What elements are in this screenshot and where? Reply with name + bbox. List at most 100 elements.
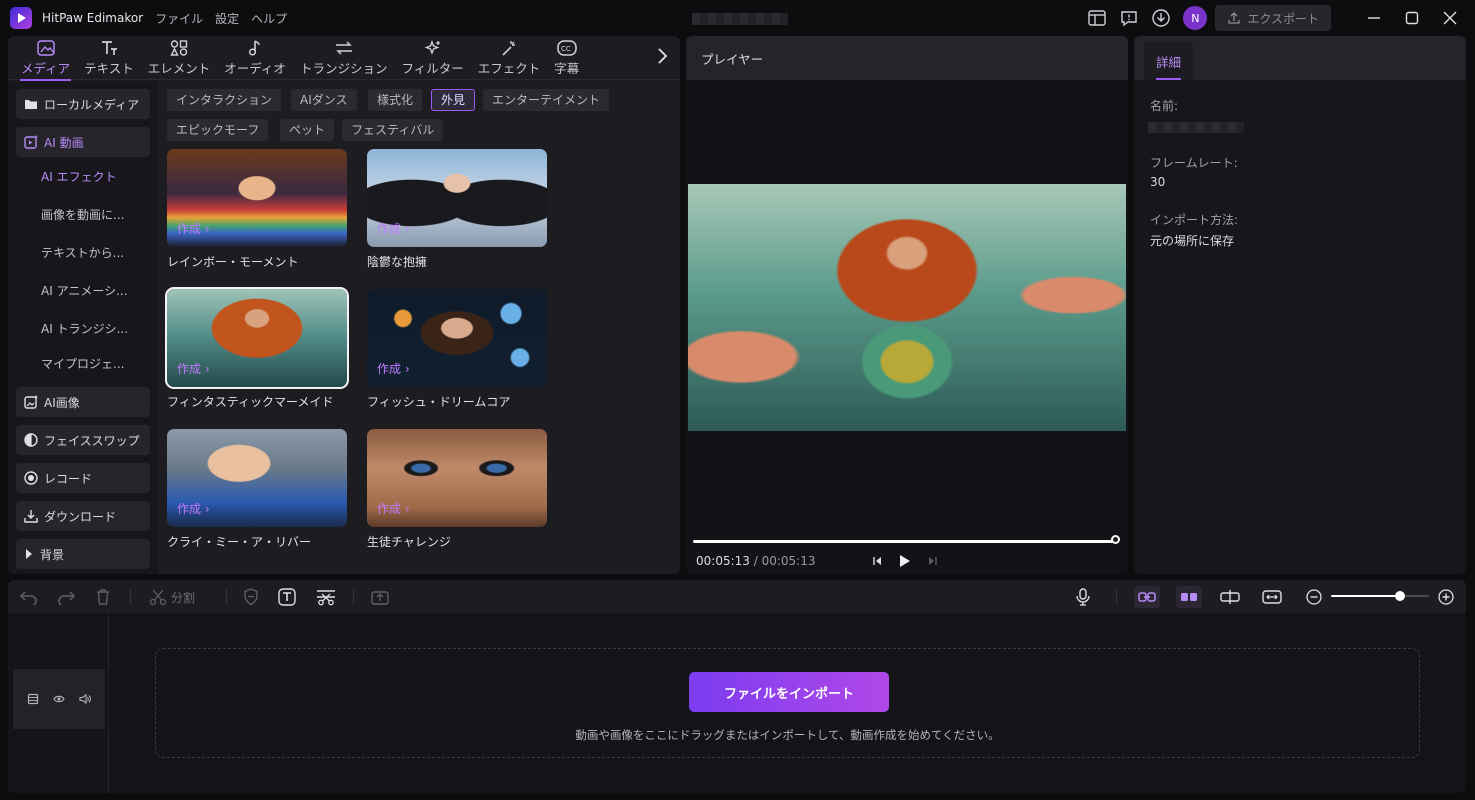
export-button[interactable]: エクスポート bbox=[1215, 5, 1331, 31]
create-link[interactable]: 作成 › bbox=[177, 360, 210, 377]
create-link[interactable]: 作成 › bbox=[377, 500, 410, 517]
feedback-icon[interactable] bbox=[1119, 8, 1139, 28]
split-button[interactable]: 分割 bbox=[149, 586, 195, 608]
create-link[interactable]: 作成 › bbox=[177, 500, 210, 517]
tab-details[interactable]: 詳細 bbox=[1144, 42, 1194, 80]
player-panel: プレイヤー 00:05:13 / 00:05:13 bbox=[686, 36, 1128, 574]
split-clip-button[interactable] bbox=[1220, 586, 1240, 608]
card-thumbnail[interactable]: 作成 › bbox=[167, 149, 347, 247]
text-tool-button[interactable] bbox=[278, 586, 296, 608]
tab-transition[interactable]: トランジション bbox=[293, 37, 395, 79]
card-thumbnail[interactable]: 作成 › bbox=[367, 429, 547, 527]
user-avatar[interactable]: N bbox=[1183, 6, 1208, 30]
tab-element[interactable]: エレメント bbox=[141, 37, 218, 79]
effect-card[interactable]: 作成 › クライ・ミー・ア・リバー bbox=[167, 429, 347, 550]
chip-epic-morph[interactable]: エピックモーフ bbox=[167, 119, 269, 141]
name-value-redacted bbox=[1148, 122, 1244, 133]
card-thumbnail[interactable]: 作成 › bbox=[165, 287, 349, 389]
shield-icon bbox=[244, 588, 258, 606]
current-time: 00:05:13 bbox=[696, 554, 750, 568]
zoom-slider-handle[interactable] bbox=[1394, 591, 1405, 601]
video-preview[interactable] bbox=[688, 184, 1126, 431]
zoom-slider[interactable] bbox=[1331, 580, 1429, 613]
delete-button[interactable] bbox=[95, 586, 111, 608]
eye-icon[interactable] bbox=[53, 693, 65, 705]
chip-ai-dance[interactable]: AIダンス bbox=[291, 89, 357, 111]
next-frame-icon[interactable] bbox=[927, 555, 939, 567]
effect-card[interactable]: 作成 › レインボー・モーメント bbox=[167, 149, 347, 270]
tab-subtitle[interactable]: CC 字幕 bbox=[547, 37, 586, 79]
tab-audio[interactable]: オーディオ bbox=[217, 37, 293, 79]
undo-button[interactable] bbox=[20, 586, 38, 608]
zoom-out-button[interactable] bbox=[1306, 586, 1322, 608]
create-link[interactable]: 作成 › bbox=[377, 220, 410, 237]
timeline-toolbar: 分割 bbox=[8, 580, 1466, 613]
magnet-toggle[interactable] bbox=[1176, 586, 1202, 608]
play-icon[interactable] bbox=[899, 554, 911, 568]
card-thumbnail[interactable]: 作成 › bbox=[367, 149, 547, 247]
sidebar-item-record[interactable]: レコード bbox=[16, 463, 150, 493]
tabs-next-arrow-icon[interactable] bbox=[656, 46, 672, 70]
sidebar-sub-ai-transition[interactable]: AI トランジシ... bbox=[16, 309, 150, 347]
ai-video-icon bbox=[24, 135, 38, 149]
create-link[interactable]: 作成 › bbox=[177, 220, 210, 237]
previous-frame-icon[interactable] bbox=[871, 555, 883, 567]
speaker-icon[interactable] bbox=[79, 693, 91, 705]
sidebar-sub-text-to-video[interactable]: テキストから... bbox=[16, 233, 150, 271]
sidebar-sub-ai-effect[interactable]: AI エフェクト bbox=[16, 157, 150, 195]
sidebar-sub-my-projects[interactable]: マイプロジェ... bbox=[16, 347, 150, 379]
download-icon[interactable] bbox=[1151, 8, 1171, 28]
fit-timeline-button[interactable] bbox=[1262, 586, 1282, 608]
auto-cut-button[interactable] bbox=[316, 586, 336, 608]
tab-text[interactable]: テキスト bbox=[77, 37, 141, 79]
sidebar-sub-ai-animation[interactable]: AI アニメーシ... bbox=[16, 271, 150, 309]
framerate-value: 30 bbox=[1150, 175, 1166, 189]
card-thumbnail[interactable]: 作成 › bbox=[167, 429, 347, 527]
effect-card[interactable]: 作成 › 生徒チャレンジ bbox=[367, 429, 547, 550]
menu-file[interactable]: ファイル bbox=[155, 10, 203, 27]
sidebar-item-ai-video[interactable]: AI 動画 bbox=[16, 127, 150, 157]
chip-entertainment[interactable]: エンターテイメント bbox=[483, 89, 610, 111]
menu-help[interactable]: ヘルプ bbox=[251, 10, 287, 27]
chip-appearance[interactable]: 外見 bbox=[431, 89, 476, 111]
minimize-button[interactable] bbox=[1355, 11, 1393, 25]
sidebar-item-download[interactable]: ダウンロード bbox=[16, 501, 150, 531]
tab-effect[interactable]: エフェクト bbox=[471, 37, 548, 79]
redo-button[interactable] bbox=[57, 586, 75, 608]
effect-card[interactable]: 作成 › フィンタスティックマーメイド bbox=[165, 287, 349, 410]
playback-handle[interactable] bbox=[1111, 535, 1120, 544]
import-file-button[interactable]: ファイルをインポート bbox=[689, 672, 889, 712]
close-button[interactable] bbox=[1431, 11, 1469, 25]
card-thumbnail[interactable]: 作成 › bbox=[367, 289, 547, 387]
import-method-label: インポート方法: bbox=[1150, 213, 1239, 227]
sidebar-item-ai-image[interactable]: AI画像 bbox=[16, 387, 150, 417]
tab-filter[interactable]: フィルター bbox=[394, 37, 470, 79]
layout-icon[interactable] bbox=[1087, 8, 1107, 28]
media-drop-zone[interactable]: ファイルをインポート 動画や画像をここにドラッグまたはインポートして、動画作成を… bbox=[155, 648, 1420, 758]
chip-pet[interactable]: ペット bbox=[280, 119, 335, 141]
effect-card[interactable]: 作成 › 陰鬱な抱擁 bbox=[367, 149, 547, 270]
tab-media[interactable]: メディア bbox=[14, 37, 77, 81]
effect-card[interactable]: 作成 › フィッシュ・ドリームコア bbox=[367, 289, 547, 410]
chip-festival[interactable]: フェスティバル bbox=[342, 119, 444, 141]
sidebar-item-background[interactable]: 背景 bbox=[16, 539, 150, 569]
create-link[interactable]: 作成 › bbox=[377, 360, 410, 377]
link-toggle[interactable] bbox=[1134, 586, 1160, 608]
maximize-button[interactable] bbox=[1393, 11, 1431, 25]
folder-icon bbox=[25, 100, 37, 109]
media-icon bbox=[36, 40, 55, 56]
chip-interaction[interactable]: インタラクション bbox=[167, 89, 282, 111]
playback-progress-bar[interactable] bbox=[693, 540, 1118, 543]
sidebar-item-local-media[interactable]: ローカルメディア bbox=[16, 89, 150, 119]
export-clip-button[interactable] bbox=[371, 586, 389, 608]
card-label: クライ・ミー・ア・リバー bbox=[167, 535, 312, 549]
film-track-icon[interactable] bbox=[27, 693, 39, 705]
chip-stylize[interactable]: 様式化 bbox=[368, 89, 423, 111]
sidebar-sub-image-to-video[interactable]: 画像を動画に... bbox=[16, 195, 150, 233]
zoom-in-button[interactable] bbox=[1438, 586, 1454, 608]
microphone-button[interactable] bbox=[1075, 586, 1091, 608]
card-label: 陰鬱な抱擁 bbox=[367, 255, 428, 269]
sidebar-item-face-swap[interactable]: フェイススワップ bbox=[16, 425, 150, 455]
shield-button[interactable] bbox=[243, 586, 259, 608]
menu-settings[interactable]: 設定 bbox=[215, 10, 239, 27]
